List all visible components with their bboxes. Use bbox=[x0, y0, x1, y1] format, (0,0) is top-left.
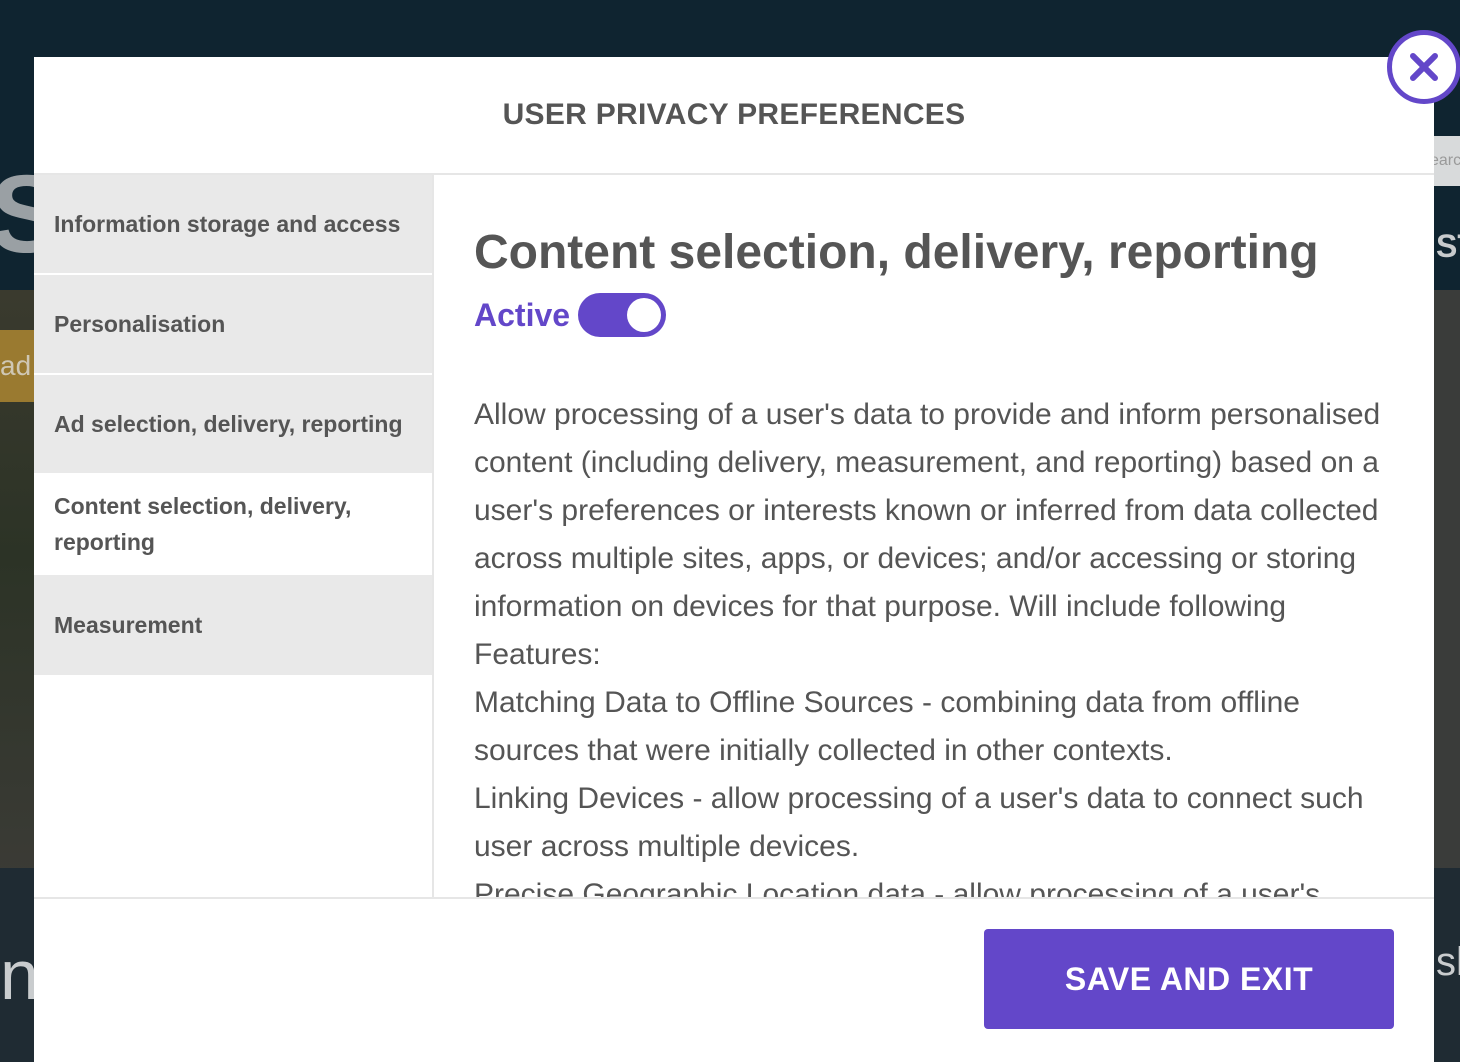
description-paragraph: Linking Devices - allow processing of a … bbox=[474, 782, 1364, 863]
purpose-status-row: Active bbox=[474, 293, 667, 337]
privacy-preferences-modal: USER PRIVACY PREFERENCES Information sto… bbox=[34, 57, 1434, 1062]
save-and-exit-button[interactable]: SAVE AND EXIT bbox=[984, 929, 1394, 1029]
close-button[interactable] bbox=[1387, 30, 1460, 104]
sidebar-item-personalisation[interactable]: Personalisation bbox=[34, 275, 432, 373]
sidebar-item-label: Ad selection, delivery, reporting bbox=[54, 411, 403, 437]
sidebar-item-ad-selection[interactable]: Ad selection, delivery, reporting bbox=[34, 375, 432, 473]
description-paragraph: Allow processing of a user's data to pro… bbox=[474, 398, 1381, 671]
background-nav-text: STO bbox=[1436, 228, 1460, 264]
sidebar-item-label: Personalisation bbox=[54, 311, 226, 337]
purpose-sidebar: Information storage and access Personali… bbox=[34, 175, 434, 897]
sidebar-item-label: Information storage and access bbox=[54, 211, 401, 237]
background-side-strip bbox=[1434, 290, 1460, 880]
background-search-box: earc bbox=[1430, 136, 1460, 186]
purpose-description: Allow processing of a user's data to pro… bbox=[474, 391, 1394, 897]
description-paragraph: Matching Data to Offline Sources - combi… bbox=[474, 686, 1300, 767]
sidebar-item-information-storage[interactable]: Information storage and access bbox=[34, 175, 432, 273]
modal-title: USER PRIVACY PREFERENCES bbox=[34, 57, 1434, 175]
background-banner-text: ad bbox=[0, 350, 32, 381]
purpose-detail-panel[interactable]: Content selection, delivery, reporting A… bbox=[434, 175, 1434, 897]
sidebar-item-measurement[interactable]: Measurement bbox=[34, 575, 432, 675]
background-caption-right: sle bbox=[1436, 940, 1460, 984]
sidebar-item-label: Content selection, delivery, reporting bbox=[54, 493, 352, 555]
toggle-knob bbox=[627, 298, 662, 332]
sidebar-item-content-selection[interactable]: Content selection, delivery, reporting bbox=[34, 473, 432, 575]
modal-footer: SAVE AND EXIT bbox=[34, 897, 1434, 1062]
sidebar-item-label: Measurement bbox=[54, 612, 203, 638]
purpose-heading: Content selection, delivery, reporting bbox=[474, 226, 1319, 279]
status-label: Active bbox=[474, 296, 571, 333]
close-icon bbox=[1410, 53, 1438, 81]
purpose-active-toggle[interactable] bbox=[578, 293, 667, 337]
description-paragraph: Precise Geographic Location data - allow… bbox=[474, 878, 1321, 897]
